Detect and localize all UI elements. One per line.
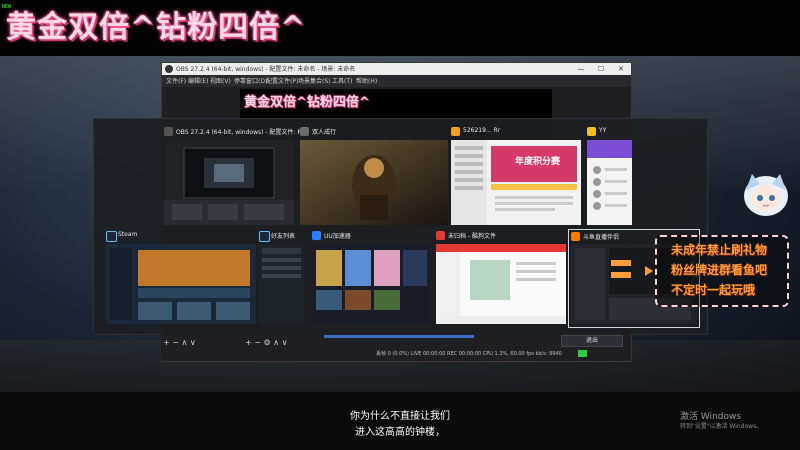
exit-button[interactable]: 退出 xyxy=(561,335,623,347)
window-thumb-label: OBS 27.2.4 (64-bit, windows) - 配置文件: R..… xyxy=(176,129,308,136)
obs-title: OBS 27.2.4 (64-bit, windows) - 配置文件: 未命名… xyxy=(176,66,356,73)
preview-overlay-title: 黄金双倍^钻粉四倍^ xyxy=(244,95,370,110)
menu-view[interactable]: 视图(V) xyxy=(210,76,231,85)
obs-titlebar[interactable]: OBS 27.2.4 (64-bit, windows) - 配置文件: 未命名… xyxy=(162,63,631,75)
window-thumb-obs[interactable]: OBS 27.2.4 (64-bit, windows) - 配置文件: R..… xyxy=(164,127,307,225)
obs-thumbnail xyxy=(164,140,294,225)
menu-profile[interactable]: 配置文件(P) xyxy=(266,76,298,85)
overlay-title: 黄金双倍^钻粉四倍^ xyxy=(6,10,307,45)
mascot-avatar xyxy=(744,174,788,216)
yy-thumbnail xyxy=(587,140,632,225)
chat-thumbnail xyxy=(451,140,581,225)
menu-help[interactable]: 帮助(H) xyxy=(356,76,377,85)
task-view: OBS 27.2.4 (64-bit, windows) - 配置文件: R..… xyxy=(93,118,708,335)
yy-icon xyxy=(587,127,596,136)
window-thumb-steam[interactable]: Steam xyxy=(106,231,256,326)
obs-app-icon xyxy=(165,65,173,73)
window-thumb-friends[interactable]: 好友列表 xyxy=(259,231,304,326)
minimize-button[interactable]: — xyxy=(573,63,589,75)
menu-edit[interactable]: 编辑(E) xyxy=(188,76,208,85)
window-thumb-chat[interactable]: 526219... Rr 年度积分赛 xyxy=(451,127,581,225)
obs-menubar: 文件(F) 编辑(E) 视图(V) 停靠窗口(D) 配置文件(P) 场景集合(S… xyxy=(162,75,631,87)
window-thumb-label: 526219... Rr xyxy=(463,127,501,134)
music-icon xyxy=(436,231,445,240)
promo-line-2: 粉丝牌进群看鱼吧 xyxy=(671,263,768,277)
promo-line-1: 未成年禁止刷礼物 xyxy=(671,243,768,257)
window-thumb-label: 好友列表 xyxy=(271,233,296,240)
game-icon xyxy=(300,127,309,136)
obs-status-bar: 丢帧 0 (0.0%) LIVE 00:00:00 REC 00:00:00 C… xyxy=(376,351,562,357)
window-thumb-game[interactable]: 双人成行 xyxy=(300,127,448,225)
promo-box: 未成年禁止刷礼物 粉丝牌进群看鱼吧 不定时一起玩哦 xyxy=(655,235,789,307)
promo-arrow-icon xyxy=(645,266,653,276)
steam-icon xyxy=(259,231,270,242)
status-indicator-icon xyxy=(578,350,587,357)
steam-thumbnail xyxy=(106,244,256,324)
promo-card-badge: 年度积分赛 xyxy=(515,157,561,167)
menu-docks[interactable]: 停靠窗口(D) xyxy=(234,76,267,85)
window-thumb-label: YY xyxy=(599,127,607,134)
douyu-icon xyxy=(571,232,580,241)
uu-icon xyxy=(312,231,321,240)
friends-thumbnail xyxy=(259,244,304,324)
window-thumb-label: Steam xyxy=(118,231,138,238)
window-thumb-uu[interactable]: UU加速器 xyxy=(312,231,430,326)
source-list-controls[interactable]: + − ⚙ ∧ ∨ xyxy=(245,338,287,347)
window-thumb-label: 未归档 - 酷狗文件 xyxy=(448,233,496,240)
chat-icon xyxy=(451,127,460,136)
music-thumbnail xyxy=(436,244,566,324)
window-thumb-music[interactable]: 未归档 - 酷狗文件 xyxy=(436,231,566,326)
window-thumb-label: UU加速器 xyxy=(324,233,351,240)
window-thumb-yy[interactable]: YY xyxy=(587,127,632,225)
window-thumb-label: 双人成行 xyxy=(312,129,337,136)
scene-list-controls[interactable]: + − ∧ ∨ xyxy=(163,338,196,347)
audio-meter xyxy=(324,335,474,338)
close-button[interactable]: ✕ xyxy=(613,63,629,75)
menu-tools[interactable]: 工具(T) xyxy=(332,76,352,85)
menu-scene-collection[interactable]: 场景集合(S) xyxy=(298,76,331,85)
uu-thumbnail xyxy=(312,244,430,324)
window-thumb-label: 斗鱼直播伴侣 xyxy=(583,234,620,241)
game-thumbnail xyxy=(300,140,448,225)
activation-watermark-hint: 转到"设置"以激活 Windows。 xyxy=(680,423,763,430)
maximize-button[interactable]: ☐ xyxy=(593,63,609,75)
obs-icon xyxy=(164,127,173,136)
promo-line-3: 不定时一起玩哦 xyxy=(671,283,756,297)
menu-file[interactable]: 文件(F) xyxy=(166,76,186,85)
steam-icon xyxy=(106,231,117,242)
